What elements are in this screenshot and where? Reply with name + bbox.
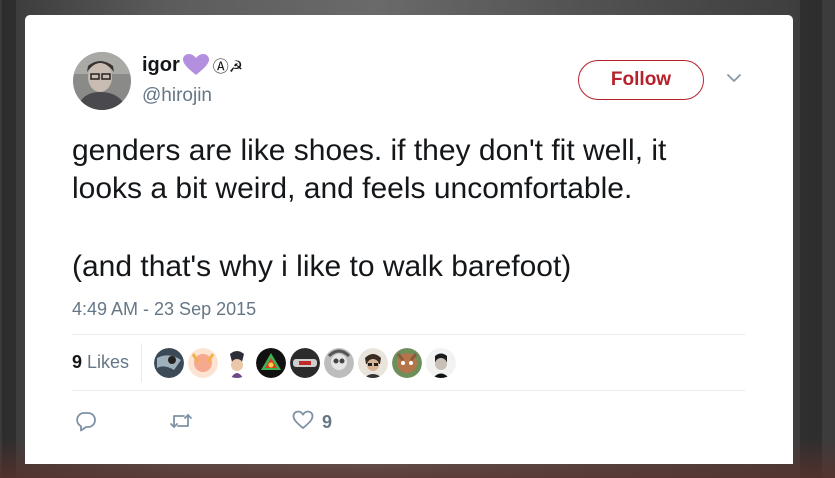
likes-row: 9 Likes <box>72 335 745 390</box>
liker-avatar[interactable] <box>154 347 185 378</box>
like-count: 9 <box>322 412 333 432</box>
tweet-card: igor Ⓐ☭ @hirojin Follow genders are like… <box>25 15 793 464</box>
author-name-row: igor Ⓐ☭ <box>142 53 243 77</box>
liker-avatar[interactable] <box>358 347 389 378</box>
tweet-actions: 9 <box>72 408 745 434</box>
author-avatar[interactable] <box>73 52 131 110</box>
tweet-text: genders are like shoes. if they don't fi… <box>72 132 762 286</box>
follow-button[interactable]: Follow <box>578 60 704 100</box>
tweet-text-line: (and that's why i like to walk barefoot) <box>72 250 572 283</box>
liker-avatar[interactable] <box>426 347 457 378</box>
liker-avatar[interactable] <box>392 347 423 378</box>
chevron-down-icon[interactable] <box>725 71 743 85</box>
likes-count-label: Likes <box>87 352 130 372</box>
divider <box>72 390 745 391</box>
author-display-name[interactable]: igor <box>142 54 180 77</box>
retweet-button[interactable] <box>169 410 193 437</box>
tweet-timestamp[interactable]: 4:49 AM - 23 Sep 2015 <box>72 299 256 320</box>
reply-icon <box>75 410 97 437</box>
liker-avatar[interactable] <box>222 347 253 378</box>
liker-avatar[interactable] <box>290 347 321 378</box>
tweet-text-line: genders are like shoes. if they don't fi… <box>72 134 667 167</box>
vertical-separator <box>141 343 143 382</box>
likes-count[interactable]: 9 Likes <box>72 352 129 373</box>
likes-count-number: 9 <box>72 352 83 372</box>
tweet-text-line: looks a bit weird, and feels uncomfortab… <box>72 172 633 205</box>
like-heart-icon <box>292 409 314 436</box>
author-name-symbols: Ⓐ☭ <box>212 59 244 76</box>
reply-button[interactable] <box>75 410 97 437</box>
liker-avatar[interactable] <box>256 347 287 378</box>
liker-avatar[interactable] <box>324 347 355 378</box>
like-button[interactable]: 9 <box>292 409 332 436</box>
purple-heart-icon <box>182 53 210 77</box>
liker-avatar[interactable] <box>188 347 219 378</box>
retweet-icon <box>169 410 193 437</box>
author-handle[interactable]: @hirojin <box>142 85 212 107</box>
liker-avatars <box>154 347 457 378</box>
